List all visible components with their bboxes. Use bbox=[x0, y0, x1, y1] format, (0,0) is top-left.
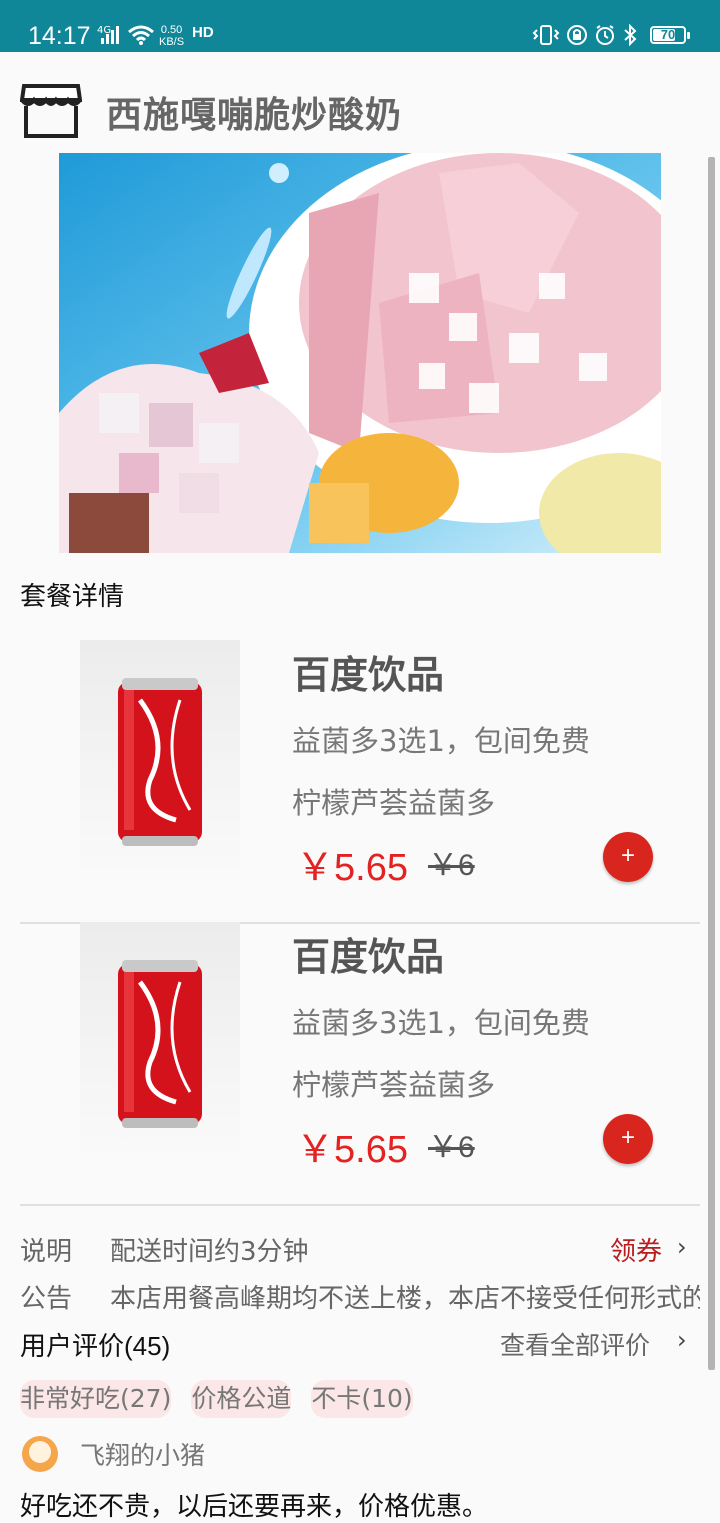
announcement-text: 本店用餐高峰期均不送上楼，本店不接受任何形式的预订 bbox=[110, 1284, 700, 1314]
soda-can-illustration bbox=[118, 960, 202, 1128]
speed-value: 0.50 bbox=[160, 24, 183, 36]
add-to-cart-button[interactable]: + bbox=[603, 1114, 653, 1164]
hd-indicator: HD bbox=[192, 24, 214, 41]
announcement-row: 公告 本店用餐高峰期均不送上楼，本店不接受任何形式的预订 bbox=[20, 1278, 700, 1316]
battery-text: 70 bbox=[660, 27, 676, 42]
lock-rotation-icon bbox=[567, 25, 587, 45]
wifi-icon bbox=[128, 25, 154, 45]
product-price: ￥5.65 bbox=[296, 1129, 408, 1171]
product-subtitle: 柠檬芦荟益菌多 bbox=[292, 786, 496, 820]
review-text: 好吃还不贵，以后还要再来，价格优惠。 bbox=[20, 1492, 489, 1522]
announcement-label: 公告 bbox=[20, 1284, 73, 1314]
chevron-right-icon[interactable]: › bbox=[677, 1233, 687, 1261]
product-original-price: ￥6 bbox=[428, 849, 475, 882]
product-name: 百度饮品 bbox=[292, 935, 445, 979]
review-tags: 非常好吃(27) 价格公道 不卡(10) bbox=[20, 1380, 413, 1418]
product-card[interactable]: 百度饮品 益菌多3选1，包间免费 柠檬芦荟益菌多 ￥5.65 ￥6 + bbox=[20, 922, 700, 1206]
avatar bbox=[22, 1436, 58, 1472]
product-card[interactable]: 百度饮品 益菌多3选1，包间免费 柠檬芦荟益菌多 ￥5.65 ￥6 + bbox=[20, 640, 700, 924]
review-tag[interactable]: 不卡(10) bbox=[311, 1380, 413, 1418]
vibrate-icon bbox=[532, 25, 560, 45]
status-bar: 14:17 4G 0.50 KB/S HD 70 bbox=[0, 0, 720, 52]
speed-unit: KB/S bbox=[159, 36, 185, 48]
shop-header: 西施嘎嘣脆炒酸奶 bbox=[20, 78, 680, 140]
soda-can-illustration bbox=[118, 678, 202, 846]
bluetooth-icon bbox=[624, 24, 637, 46]
shop-name: 西施嘎嘣脆炒酸奶 bbox=[106, 95, 403, 136]
get-coupon-button[interactable]: 领券 bbox=[610, 1231, 662, 1268]
product-original-price: ￥6 bbox=[428, 1131, 475, 1164]
review-tag[interactable]: 价格公道 bbox=[191, 1380, 292, 1418]
banner-illustration bbox=[59, 153, 661, 553]
note-text: 配送时间约3分钟 bbox=[110, 1237, 309, 1267]
review-tag[interactable]: 非常好吃(27) bbox=[20, 1380, 172, 1418]
note-label: 说明 bbox=[20, 1237, 73, 1267]
banner-image[interactable] bbox=[59, 153, 661, 553]
network-speed: 0.50 KB/S bbox=[159, 24, 184, 48]
reviewer-name: 飞翔的小猪 bbox=[80, 1441, 206, 1470]
product-image bbox=[80, 922, 240, 1162]
reviews-header: 用户评价(45) 查看全部评价 › bbox=[20, 1326, 700, 1366]
battery-icon: 70 bbox=[650, 26, 686, 44]
view-all-reviews-link[interactable]: 查看全部评价 bbox=[500, 1326, 650, 1362]
store-icon bbox=[20, 84, 82, 138]
add-to-cart-button[interactable]: + bbox=[603, 832, 653, 882]
product-subtitle: 柠檬芦荟益菌多 bbox=[292, 1068, 496, 1102]
product-image bbox=[80, 640, 240, 880]
alarm-icon bbox=[596, 25, 614, 45]
signal-icon bbox=[101, 26, 119, 44]
product-price: ￥5.65 bbox=[296, 847, 408, 889]
battery-cap bbox=[687, 32, 690, 39]
status-time: 14:17 bbox=[28, 22, 91, 50]
status-icons bbox=[532, 24, 638, 46]
product-description: 益菌多3选1，包间免费 bbox=[292, 724, 590, 758]
scrollbar[interactable] bbox=[708, 157, 715, 1370]
announcement-clip: 公告 本店用餐高峰期均不送上楼，本店不接受任何形式的预订 bbox=[20, 1278, 700, 1316]
chevron-right-icon[interactable]: › bbox=[677, 1326, 687, 1354]
section-title-package: 套餐详情 bbox=[20, 582, 125, 612]
delivery-note-row: 说明 配送时间约3分钟 领券 › bbox=[20, 1231, 700, 1267]
product-name: 百度饮品 bbox=[292, 653, 445, 697]
product-description: 益菌多3选1，包间免费 bbox=[292, 1006, 590, 1040]
avatar-face bbox=[29, 1441, 51, 1463]
reviews-title: 用户评价(45) bbox=[20, 1331, 171, 1361]
